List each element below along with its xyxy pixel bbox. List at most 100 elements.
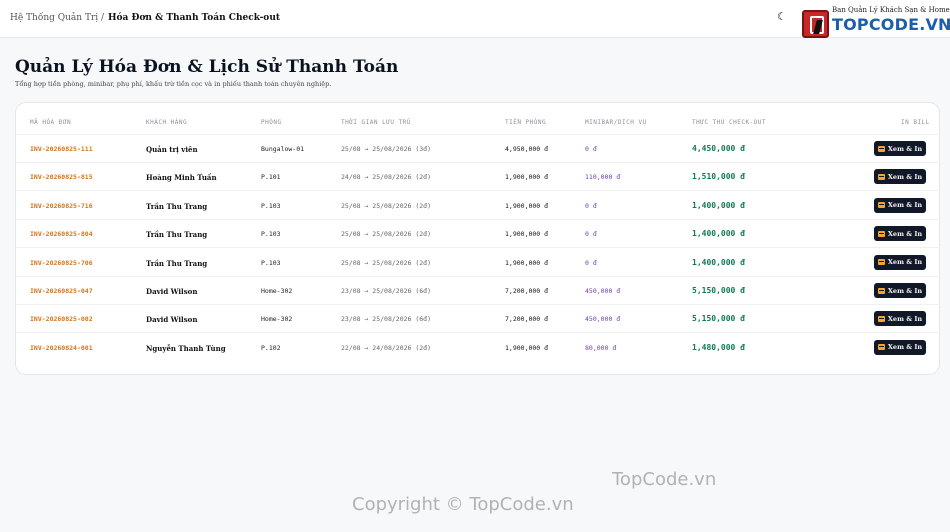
watermark-text: TopCode.vn (612, 469, 717, 490)
view-print-label: Xem & In (887, 286, 923, 295)
stay-period: 25/08 → 25/08/2026 (3đ) (341, 145, 432, 153)
invoice-id[interactable]: INV-20260825-815 (30, 173, 93, 181)
breadcrumb-current: Hóa Đơn & Thanh Toán Check-out (108, 13, 281, 23)
checkout-total: 1,400,000 đ (692, 257, 745, 267)
minibar-fee: 110,000 đ (585, 173, 621, 182)
moon-icon[interactable]: ☾ (777, 10, 789, 24)
view-print-button[interactable]: Xem & In (874, 197, 926, 213)
watermark-copyright: Copyright © TopCode.vn (352, 494, 574, 515)
view-print-button[interactable]: Xem & In (874, 339, 926, 355)
view-print-label: Xem & In (887, 314, 923, 323)
checkout-total: 4,450,000 đ (692, 144, 745, 153)
customer-name: David Wilson (146, 287, 198, 296)
checkout-total: 5,150,000 đ (692, 314, 745, 324)
printer-icon (877, 230, 885, 237)
checkout-total: 1,480,000 đ (692, 342, 745, 352)
logo-brand: TOPCODE.VN (832, 15, 950, 34)
column-header-customer: KHÁCH HÀNG (146, 119, 188, 126)
column-header-print: IN BILL (901, 119, 930, 126)
view-print-button[interactable]: Xem & In (874, 311, 926, 327)
table-row: INV-20260824-001 Nguyễn Thanh Tùng P.102 22… (16, 334, 941, 362)
customer-name: David Wilson (146, 315, 198, 325)
minibar-fee: 0 đ (585, 258, 597, 267)
view-print-button[interactable]: Xem & In (874, 283, 926, 298)
view-print-button[interactable]: Xem & In (874, 254, 926, 270)
view-print-button[interactable]: Xem & In (874, 169, 926, 185)
stay-period: 25/08 → 25/08/2026 (2đ) (341, 201, 432, 210)
printer-icon (877, 315, 885, 322)
customer-name: Hoàng Minh Tuấn (146, 173, 217, 183)
table-row: INV-20260825-047 David Wilson Home-302 23/0… (16, 277, 941, 305)
table-row: INV-20260825-815 Hoàng Minh Tuấn P.101 24/0… (16, 163, 941, 192)
room-code: P.102 (261, 343, 281, 352)
view-print-label: Xem & In (887, 144, 923, 153)
invoice-id[interactable]: INV-20260825-047 (30, 287, 93, 295)
column-header-total: THỰC THU CHECK-OUT (692, 119, 767, 126)
room-code: Home-302 (261, 315, 293, 324)
room-code: P.103 (261, 201, 281, 210)
minibar-fee: 450,000 đ (585, 315, 621, 324)
invoice-table-card: MÃ HÓA ĐƠN KHÁCH HÀNG PHÒNG THỜI GIAN LƯ… (15, 102, 941, 375)
room-fee: 1,900,000 đ (505, 201, 549, 210)
printer-icon (877, 287, 885, 294)
column-header-room-fee: TIỀN PHÒNG (505, 119, 547, 126)
logo: Ban Quản Lý Khách Sạn & Homestay TOPCODE… (802, 6, 950, 38)
stay-period: 25/08 → 25/08/2026 (2đ) (341, 258, 432, 267)
room-code: P.103 (261, 230, 281, 239)
column-header-minibar: MINIBAR/DỊCH VỤ (585, 119, 647, 126)
invoice-id[interactable]: INV-20260825-706 (30, 259, 93, 267)
view-print-label: Xem & In (887, 343, 923, 352)
invoice-id[interactable]: INV-20260824-001 (30, 344, 93, 352)
table-row: INV-20260825-002 David Wilson Home-302 23/0… (16, 305, 941, 334)
logo-tagline: Ban Quản Lý Khách Sạn & Homestay (832, 6, 950, 14)
minibar-fee: 450,000 đ (585, 287, 621, 295)
view-print-label: Xem & In (887, 258, 923, 267)
room-code: P.101 (261, 173, 281, 182)
table-row: INV-20260825-706 Trần Thu Trang P.103 25/08… (16, 249, 941, 277)
column-header-invoice: MÃ HÓA ĐƠN (30, 119, 72, 126)
room-fee: 1,900,000 đ (505, 258, 549, 267)
invoice-id[interactable]: INV-20260825-716 (30, 202, 93, 210)
minibar-fee: 0 đ (585, 201, 597, 210)
printer-icon (877, 202, 885, 209)
breadcrumb: Hệ Thống Quản Trị / Hóa Đơn & Thanh Toán … (10, 13, 280, 23)
minibar-fee: 0 đ (585, 145, 597, 153)
stay-period: 25/08 → 25/08/2026 (2đ) (341, 230, 432, 239)
view-print-button[interactable]: Xem & In (874, 226, 926, 242)
stay-period: 23/08 → 25/08/2026 (6đ) (341, 315, 432, 324)
printer-icon (877, 259, 885, 266)
view-print-label: Xem & In (887, 201, 923, 210)
room-code: P.103 (261, 258, 281, 267)
customer-name: Quản trị viên (146, 145, 198, 154)
checkout-total: 1,510,000 đ (692, 172, 745, 182)
breadcrumb-parent[interactable]: Hệ Thống Quản Trị / (10, 13, 104, 23)
room-fee: 7,200,000 đ (505, 315, 549, 324)
minibar-fee: 0 đ (585, 230, 597, 239)
invoice-id[interactable]: INV-20260825-804 (30, 230, 93, 238)
stay-period: 23/08 → 25/08/2026 (6đ) (341, 287, 432, 295)
invoice-id[interactable]: INV-20260825-111 (30, 145, 93, 153)
room-fee: 7,200,000 đ (505, 287, 549, 295)
stay-period: 24/08 → 25/08/2026 (2đ) (341, 173, 432, 182)
room-fee: 4,950,000 đ (505, 145, 549, 153)
room-code: Home-302 (261, 287, 293, 295)
customer-name: Trần Thu Trang (146, 201, 208, 211)
invoice-id[interactable]: INV-20260825-002 (30, 315, 93, 323)
checkout-total: 5,150,000 đ (692, 286, 745, 295)
room-fee: 1,900,000 đ (505, 173, 549, 182)
printer-icon (877, 145, 885, 152)
view-print-button[interactable]: Xem & In (874, 141, 926, 156)
customer-name: Nguyễn Thanh Tùng (146, 343, 226, 353)
room-code: Bungalow-01 (261, 145, 305, 153)
top-bar: Hệ Thống Quản Trị / Hóa Đơn & Thanh Toán … (0, 0, 950, 38)
checkout-total: 1,400,000 đ (692, 229, 745, 239)
customer-name: Trần Thu Trang (146, 230, 208, 240)
logo-badge-icon (802, 10, 829, 38)
table-header: MÃ HÓA ĐƠN KHÁCH HÀNG PHÒNG THỜI GIAN LƯ… (16, 103, 941, 135)
column-header-stay: THỜI GIAN LƯU TRÚ (341, 119, 411, 126)
table-row: INV-20260825-716 Trần Thu Trang P.103 25/08… (16, 192, 941, 220)
page-title: Quản Lý Hóa Đơn & Lịch Sử Thanh Toán (15, 57, 399, 77)
room-fee: 1,900,000 đ (505, 343, 549, 352)
checkout-total: 1,400,000 đ (692, 200, 745, 210)
room-fee: 1,900,000 đ (505, 230, 549, 239)
